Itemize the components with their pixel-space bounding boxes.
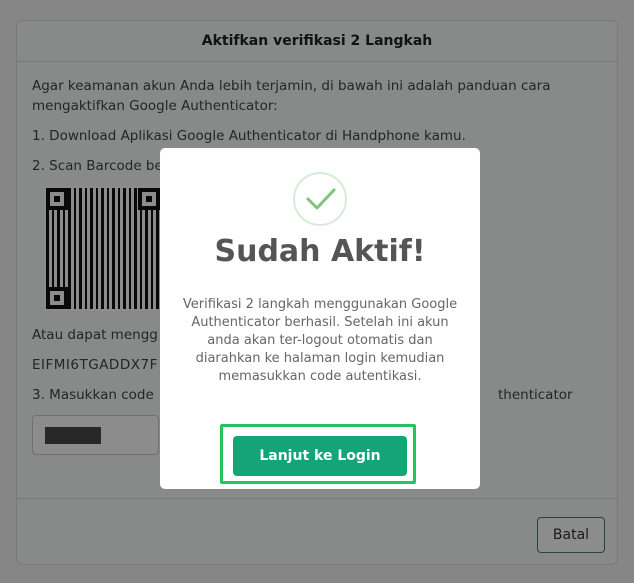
success-modal: Sudah Aktif! Verifikasi 2 langkah menggu… bbox=[160, 148, 480, 489]
modal-title: Sudah Aktif! bbox=[214, 234, 426, 269]
check-icon bbox=[293, 172, 347, 226]
modal-message: Verifikasi 2 langkah menggunakan Google … bbox=[182, 297, 458, 384]
continue-to-login-button[interactable]: Lanjut ke Login bbox=[233, 436, 407, 476]
check-mark-icon bbox=[306, 188, 336, 210]
